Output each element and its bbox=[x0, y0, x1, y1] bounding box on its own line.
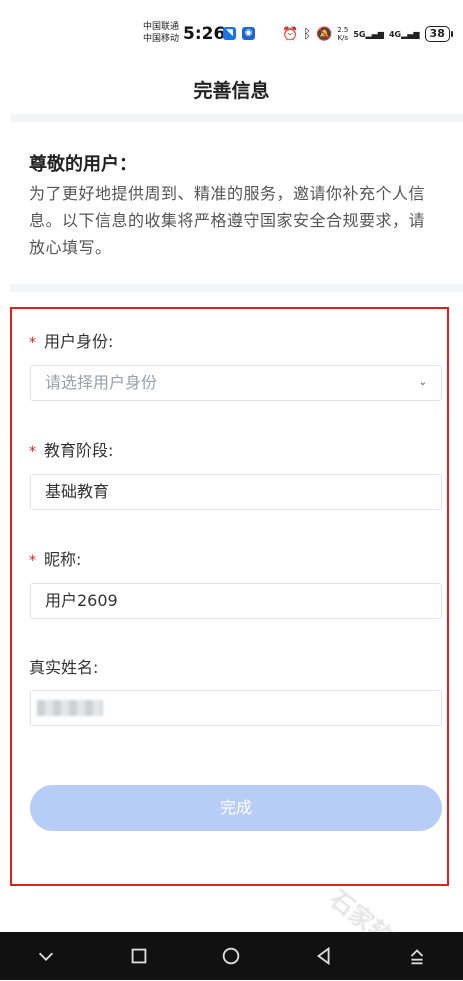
carrier-1: 中国联通 bbox=[143, 22, 180, 32]
required-mark: * bbox=[29, 553, 36, 569]
required-mark: * bbox=[29, 335, 36, 351]
system-nav-bar bbox=[0, 932, 463, 980]
status-time: 5:26 bbox=[183, 24, 226, 44]
alarm-icon: ⏰ bbox=[282, 26, 299, 42]
circle-icon bbox=[223, 947, 240, 965]
divider bbox=[10, 284, 463, 292]
user-identity-select[interactable]: 请选择用户身份 ⌄ bbox=[30, 365, 442, 401]
nickname-label: * 昵称: bbox=[29, 550, 82, 569]
nav-extra-button[interactable] bbox=[399, 938, 435, 974]
nav-home-button[interactable] bbox=[213, 938, 249, 974]
carrier-info: 中国联通 中国移动 bbox=[143, 21, 179, 45]
required-mark: * bbox=[29, 444, 36, 460]
status-bar: 中国联通 中国移动 5:26 ◥ ◉ ⏰ ᛒ 🔕 2.5 K/s 5G▂▄▆ 4G… bbox=[0, 0, 463, 64]
user-identity-placeholder: 请选择用户身份 bbox=[45, 373, 158, 392]
bluetooth-icon: ᛒ bbox=[303, 26, 311, 42]
real-name-label: 真实姓名: bbox=[29, 658, 99, 677]
intro-text: 为了更好地提供周到、精准的服务，邀请你补充个人信息。以下信息的收集将严格遵守国家… bbox=[29, 184, 426, 257]
divider bbox=[10, 114, 463, 122]
complete-button[interactable]: 完成 bbox=[30, 785, 442, 831]
nav-recents-button[interactable] bbox=[121, 938, 157, 974]
greeting-heading: 尊敬的用户： bbox=[29, 154, 137, 175]
app-notification-icon: ◥ bbox=[223, 27, 236, 40]
net-speed: 2.5 K/s bbox=[337, 26, 349, 42]
upload-icon bbox=[410, 949, 423, 965]
battery-icon: 38 bbox=[424, 26, 454, 42]
redacted-name bbox=[37, 700, 103, 716]
system-icons: ⏰ ᛒ 🔕 2.5 K/s 5G▂▄▆ 4G▂▄▆ 38 bbox=[282, 24, 454, 44]
signal-5g-icon: 5G▂▄▆ bbox=[353, 29, 384, 39]
mute-icon: 🔕 bbox=[316, 26, 333, 42]
page-title: 完善信息 bbox=[193, 80, 270, 102]
real-name-input[interactable] bbox=[30, 690, 442, 726]
nav-back-button[interactable] bbox=[306, 938, 342, 974]
signal-4g-icon: 4G▂▄▆ bbox=[388, 29, 420, 39]
carrier-2: 中国移动 bbox=[143, 34, 180, 44]
education-stage-value: 基础教育 bbox=[45, 482, 110, 501]
square-icon bbox=[131, 948, 147, 964]
app-notification-icon-2: ◉ bbox=[242, 27, 255, 40]
nickname-input[interactable]: 用户2609 bbox=[30, 583, 442, 619]
education-stage-label: * 教育阶段: bbox=[29, 441, 114, 460]
nickname-value: 用户2609 bbox=[45, 591, 118, 610]
chevron-down-icon: ⌄ bbox=[418, 377, 427, 388]
nav-collapse-button[interactable] bbox=[28, 938, 64, 974]
user-identity-label: * 用户身份: bbox=[29, 332, 114, 351]
triangle-back-icon bbox=[317, 946, 330, 966]
chevron-down-icon bbox=[39, 952, 54, 961]
education-stage-field[interactable]: 基础教育 bbox=[30, 474, 442, 510]
